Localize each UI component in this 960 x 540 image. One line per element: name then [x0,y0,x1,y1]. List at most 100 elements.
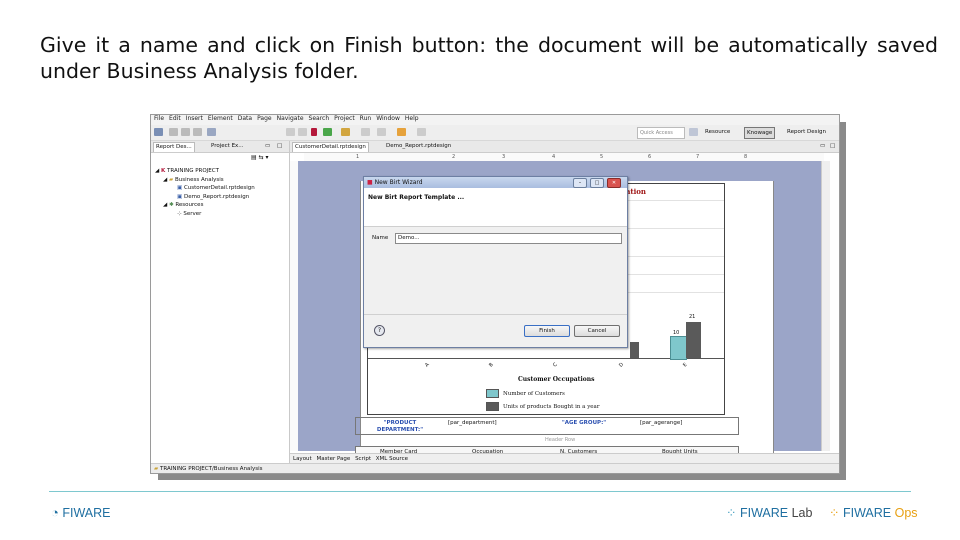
data-label: 10 [673,330,680,336]
print-icon[interactable] [193,128,202,136]
menu-navigate[interactable]: Navigate [277,115,304,123]
name-field[interactable]: Demo... [395,233,622,244]
tick-label: B [488,361,495,369]
dialog-separator [364,314,627,315]
name-label: Name [372,235,389,241]
open-perspective-icon[interactable] [689,128,698,136]
quick-access-input[interactable]: Quick Access [637,127,685,139]
fiware-logo: ◔ FIWARE [51,505,111,520]
fiware-lab-mark-icon: ⁘ [726,506,737,520]
knowage-project-icon: K [160,168,166,174]
param-label-department: "PRODUCT DEPARTMENT:" [376,420,424,433]
fiware-ops-brand: FIWARE [842,506,892,520]
legend-item: Number of Customers [486,389,599,398]
x-axis-title: Customer Occupations [518,376,595,383]
maximize-panel-icon[interactable]: □ [275,142,284,151]
collapse-arrow-icon[interactable]: ◢ [155,168,159,174]
chart-bar-customers [670,336,687,360]
tree-item[interactable]: ◢ ▰ Business Analysis [155,176,255,185]
run-icon[interactable] [323,128,332,136]
panel-view-menu-icon[interactable]: ▤ ⇆ ▾ [251,154,269,162]
legend-label: Units of products Bought in a year [503,404,600,410]
menu-help[interactable]: Help [405,115,419,123]
menu-edit[interactable]: Edit [169,115,181,123]
editor-tabs: CustomerDetail.rptdesign Demo_Report.rpt… [290,141,839,153]
perspective-knowage[interactable]: Knowage [744,127,776,139]
vertical-scrollbar[interactable] [821,161,830,451]
tab-report-design[interactable]: Report Des... [153,142,195,152]
menu-file[interactable]: File [154,115,164,123]
menu-data[interactable]: Data [238,115,252,123]
tab-project-explorer[interactable]: Project Ex... [209,142,246,151]
perspective-report-design[interactable]: Report Design [785,127,828,137]
menu-window[interactable]: Window [376,115,400,123]
maximize-editor-icon[interactable]: □ [828,142,837,151]
minimize-panel-icon[interactable]: ▭ [263,142,272,151]
perspective-resource[interactable]: Resource [703,127,732,137]
fiware-lab-logo: ⁘ FIWARE Lab [726,505,812,520]
nav-forward-icon[interactable] [397,128,406,136]
status-bar: ▰ TRAINING PROJECT/Business Analysis [151,463,839,473]
finish-button[interactable]: Finish [524,325,570,337]
tab-master-page[interactable]: Master Page [316,456,350,462]
menu-element[interactable]: Element [208,115,233,123]
slide-instruction: Give it a name and click on Finish butto… [40,33,938,83]
tree-item[interactable]: ▣ Demo_Report.rptdesign [155,193,255,202]
parameter-row[interactable]: "PRODUCT DEPARTMENT:" [par_department] "… [355,417,739,435]
data-label: 21 [689,314,696,320]
folder-icon: ▰ [154,466,159,472]
undo-icon[interactable] [286,128,295,136]
tab-script[interactable]: Script [355,456,371,462]
resources-icon: ✱ [168,202,174,208]
dropdown-icon[interactable] [417,128,426,136]
tree-item-label: Business Analysis [174,176,224,183]
chart-legend: Number of Customers Units of products Bo… [486,389,599,411]
collapse-arrow-icon[interactable]: ◢ [163,177,167,183]
tab-customer-detail[interactable]: CustomerDetail.rptdesign [292,142,369,152]
tab-demo-report[interactable]: Demo_Report.rptdesign [384,142,453,151]
tree-item[interactable]: ⊹ Server [155,210,255,219]
tab-xml-source[interactable]: XML Source [376,456,408,462]
fiware-lab-word: Lab [791,506,813,520]
cancel-button[interactable]: Cancel [574,325,620,337]
tree-item[interactable]: ▣ CustomerDetail.rptdesign [155,184,255,193]
tab-layout[interactable]: Layout [293,456,312,462]
maximize-icon[interactable]: □ [590,178,604,188]
tree-item-label: Demo_Report.rptdesign [183,193,250,200]
search-tool-icon[interactable] [361,128,370,136]
collapse-arrow-icon[interactable]: ◢ [163,202,167,208]
tree-item[interactable]: ◢ K TRAINING PROJECT [155,167,255,176]
server-icon: ⊹ [177,210,182,217]
minimize-editor-icon[interactable]: ▭ [818,142,827,151]
new-icon[interactable] [154,128,163,136]
dialog-header: New Birt Report Template ... [364,188,627,227]
save-icon[interactable] [169,128,178,136]
help-icon[interactable]: ? [374,325,385,336]
fiware-ops-logo: ⁘ FIWARE Ops [829,505,918,520]
menu-bar: File Edit Insert Element Data Page Navigate Sea… [151,115,839,125]
menu-search[interactable]: Search [309,115,330,123]
save-all-icon[interactable] [181,128,190,136]
ruler-mark: 4 [552,154,556,160]
eclipse-screenshot: File Edit Insert Element Data Page Navigate Sea… [150,114,840,474]
debug-icon[interactable] [341,128,350,136]
close-icon[interactable]: ✕ [607,178,621,188]
status-bar-path: TRAINING PROJECT/Business Analysis [159,466,263,472]
tree-item-label: TRAINING PROJECT [167,168,219,174]
menu-page[interactable]: Page [257,115,272,123]
menu-project[interactable]: Project [334,115,355,123]
ruler-mark: 6 [648,154,652,160]
chart-bar-units [630,342,639,358]
tree-item[interactable]: ◢ ✱ Resources [155,201,255,210]
dialog-title: New Birt Wizard [374,179,423,186]
menu-run[interactable]: Run [360,115,372,123]
knowage-icon[interactable] [311,128,317,136]
nav-back-icon[interactable] [377,128,386,136]
window-icon: ■ [367,179,373,186]
report-file-icon: ▣ [177,193,183,200]
param-value-department: [par_department] [448,420,497,426]
redo-icon[interactable] [298,128,307,136]
menu-insert[interactable]: Insert [186,115,203,123]
preview-icon[interactable] [207,128,216,136]
minimize-icon[interactable]: – [573,178,587,188]
